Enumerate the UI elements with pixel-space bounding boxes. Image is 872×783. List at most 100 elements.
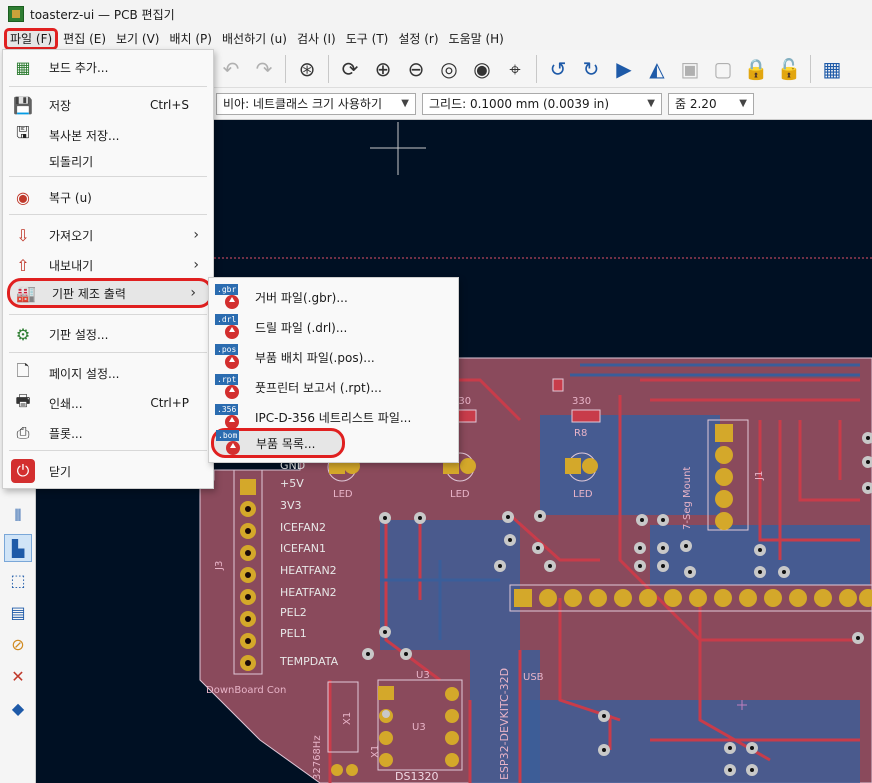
menu-item-export[interactable]: ⇧ 내보내기 › (3, 250, 213, 280)
unlock-icon[interactable]: 🔓 (774, 54, 804, 84)
grid-select[interactable]: 그리드: 0.1000 mm (0.0039 in) ▼ (422, 92, 662, 115)
submenu-item-drill-files[interactable]: .drl 드릴 파일 (.drl)... (209, 312, 458, 342)
silk-text: USB (523, 672, 544, 683)
zoom-select[interactable]: 줌 2.20 ▼ (668, 92, 754, 115)
submenu-item-bom[interactable]: .bom 부품 목록... (211, 428, 345, 458)
import-icon: ⇩ (16, 225, 30, 245)
drill-file-icon: .drl (215, 314, 239, 340)
file-menu-dropdown: ▦ 보드 추가... 💾 저장 Ctrl+S 🖫 복사본 저장... 되돌리기 … (2, 49, 214, 489)
mirror-icon[interactable]: ◭ (642, 54, 672, 84)
add-text-icon[interactable]: ▤ (4, 598, 32, 626)
menu-edit[interactable]: 편집 (E) (58, 29, 111, 49)
zoom-objects-icon[interactable]: ◉ (467, 54, 497, 84)
submenu-item-label: 드릴 파일 (.drl)... (255, 320, 348, 335)
menu-item-label: 닫기 (49, 464, 72, 479)
factory-icon: 🏭 (16, 283, 36, 303)
menu-item-save[interactable]: 💾 저장 Ctrl+S (3, 90, 213, 120)
add-graphic-line-icon[interactable]: ✕ (4, 662, 32, 690)
power-icon: ⏻ (11, 459, 35, 483)
net-label: 3V3 (280, 499, 302, 512)
net-label: HEATFAN2 (280, 586, 337, 599)
menu-item-close[interactable]: ⏻ 닫기 (3, 456, 213, 486)
menu-item-label: 저장 (49, 98, 72, 113)
menu-help[interactable]: 도움말 (H) (444, 29, 509, 49)
rotate-cw-icon[interactable]: ↻ (576, 54, 606, 84)
copper-zone (380, 520, 520, 650)
silk-text: DS1320 (395, 770, 438, 783)
menu-view[interactable]: 보기 (V) (111, 29, 164, 49)
plot-icon: ⎙ (16, 423, 30, 442)
silk-text: U3 (412, 722, 426, 733)
title-bar: toasterz-ui — PCB 편집기 (0, 0, 872, 28)
layers-icon[interactable]: ◆ (4, 694, 32, 722)
menu-item-label: 복사본 저장... (49, 128, 120, 143)
silk-text: 7-Seg Mount (682, 467, 693, 530)
rotate-ccw-icon[interactable]: ↺ (543, 54, 573, 84)
zoom-fit-icon[interactable]: ◎ (434, 54, 464, 84)
menu-separator (9, 450, 207, 451)
menu-item-label: 기판 제조 출력 (52, 286, 126, 301)
toolbar-separator (810, 54, 811, 83)
select-footprint-icon[interactable]: ▙ (4, 534, 32, 562)
menu-item-print[interactable]: 🖶 인쇄... Ctrl+P (3, 388, 213, 418)
menu-item-plot[interactable]: ⎙ 플롯... (3, 418, 213, 448)
menu-item-label: 보드 추가... (49, 60, 109, 75)
redo-icon[interactable]: ↷ (249, 54, 279, 84)
toolbar-separator (536, 54, 537, 83)
rescue-icon: ◉ (16, 187, 30, 207)
menu-item-rescue[interactable]: ◉ 복구 (u) (3, 182, 213, 212)
group-icon[interactable]: ▣ (675, 54, 705, 84)
menu-item-label: 되돌리기 (49, 154, 94, 169)
zoom-in-icon[interactable]: ⊕ (368, 54, 398, 84)
route-diff-pair-icon[interactable]: ⫴ (4, 502, 32, 530)
export-icon: ⇧ (16, 255, 30, 275)
menu-tools[interactable]: 도구 (T) (341, 29, 394, 49)
position-file-icon: .pos (215, 344, 239, 370)
silk-text: J3 (214, 561, 225, 571)
chevron-down-icon: ▼ (739, 98, 747, 109)
menu-item-import[interactable]: ⇩ 가져오기 › (3, 220, 213, 250)
save-icon: 💾 (13, 95, 33, 115)
menu-item-label: 가져오기 (49, 228, 94, 243)
menu-item-label: 인쇄... (49, 396, 83, 411)
menu-item-fabrication-outputs[interactable]: 🏭 기판 제조 출력 › (7, 278, 213, 308)
flip-icon[interactable]: ▶ (609, 54, 639, 84)
menu-file[interactable]: 파일 (F) (4, 28, 59, 50)
silk-text: R8 (574, 428, 587, 439)
find-icon[interactable]: ⊛ (292, 54, 322, 84)
menu-shortcut: Ctrl+P (150, 396, 189, 410)
submenu-item-label: 부품 배치 파일(.pos)... (255, 350, 375, 365)
add-pad-icon[interactable]: ⬚ (4, 566, 32, 594)
via-size-select[interactable]: 비아: 네트클래스 크기 사용하기 ▼ (216, 92, 416, 115)
board-setup-toolbar-icon[interactable]: ▦ (817, 54, 847, 84)
net-label: +5V (280, 477, 304, 490)
submenu-item-label: 풋프린터 보고서 (.rpt)... (255, 380, 382, 395)
submenu-item-gerbers[interactable]: .gbr 거버 파일(.gbr)... (209, 282, 458, 312)
menu-item-add-board[interactable]: ▦ 보드 추가... (3, 52, 213, 82)
menu-item-label: 복구 (u) (49, 190, 92, 205)
add-board-icon: ▦ (15, 57, 31, 77)
ungroup-icon[interactable]: ▢ (708, 54, 738, 84)
menu-item-board-setup[interactable]: ⚙ 기판 설정... (3, 319, 213, 349)
via-size-value: 비아: 네트클래스 크기 사용하기 (223, 97, 383, 111)
menu-place[interactable]: 배치 (P) (164, 29, 217, 49)
grid-value: 그리드: 0.1000 mm (0.0039 in) (429, 97, 610, 111)
lock-icon[interactable]: 🔒 (741, 54, 771, 84)
zoom-out-icon[interactable]: ⊖ (401, 54, 431, 84)
refresh-icon[interactable]: ⟳ (335, 54, 365, 84)
menu-inspect[interactable]: 검사 (I) (292, 29, 341, 49)
zoom-selection-icon[interactable]: ⌖ (500, 54, 530, 84)
menu-item-page-setup[interactable]: 🗋 페이지 설정... (3, 358, 213, 388)
toolbar-separator (328, 54, 329, 83)
chevron-down-icon: ▼ (401, 98, 409, 109)
menu-item-label: 기판 설정... (49, 327, 109, 342)
menu-route[interactable]: 배선하기 (u) (217, 29, 292, 49)
undo-icon[interactable]: ↶ (216, 54, 246, 84)
submenu-item-label: 부품 목록... (256, 436, 316, 451)
fabrication-outputs-submenu: .gbr 거버 파일(.gbr)... .drl 드릴 파일 (.drl)...… (208, 277, 459, 463)
menu-item-revert[interactable]: 되돌리기 (3, 146, 213, 176)
menu-preferences[interactable]: 설정 (r) (393, 29, 443, 49)
submenu-item-position-file[interactable]: .pos 부품 배치 파일(.pos)... (209, 342, 458, 372)
measure-icon[interactable]: ⊘ (4, 630, 32, 658)
submenu-item-footprint-report[interactable]: .rpt 풋프린터 보고서 (.rpt)... (209, 372, 458, 402)
